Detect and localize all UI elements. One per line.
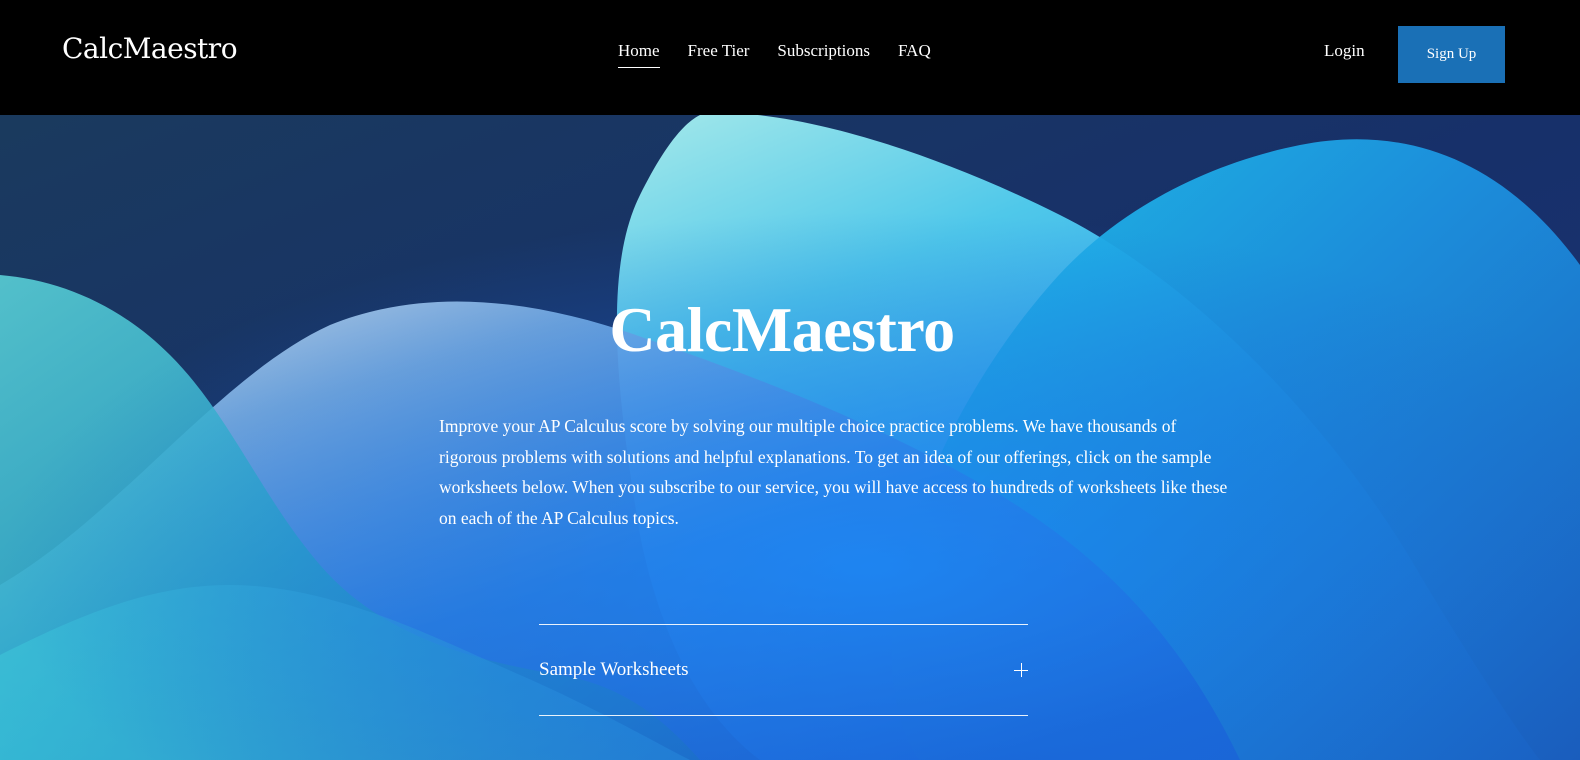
hero-description: Improve your AP Calculus score by solvin… bbox=[439, 416, 1228, 528]
site-header: CalcMaestro Home Free Tier Subscriptions… bbox=[0, 0, 1580, 115]
site-logo[interactable]: CalcMaestro bbox=[62, 32, 238, 65]
main-nav: Home Free Tier Subscriptions FAQ bbox=[618, 41, 959, 68]
plus-icon[interactable] bbox=[1014, 663, 1028, 677]
nav-item-home[interactable]: Home bbox=[618, 41, 660, 68]
hero-section: CalcMaestro Improve your AP Calculus sco… bbox=[0, 115, 1580, 760]
nav-item-free-tier[interactable]: Free Tier bbox=[688, 41, 750, 68]
nav-item-faq[interactable]: FAQ bbox=[898, 41, 931, 68]
nav-item-subscriptions[interactable]: Subscriptions bbox=[777, 41, 870, 68]
sign-up-button[interactable]: Sign Up bbox=[1398, 26, 1505, 83]
page: CalcMaestro Home Free Tier Subscriptions… bbox=[0, 0, 1580, 760]
hero-title: CalcMaestro bbox=[609, 294, 955, 365]
login-link[interactable]: Login bbox=[1324, 41, 1365, 61]
sample-worksheets-accordion[interactable]: Sample Worksheets bbox=[539, 624, 1028, 716]
accordion-label: Sample Worksheets bbox=[539, 659, 689, 680]
